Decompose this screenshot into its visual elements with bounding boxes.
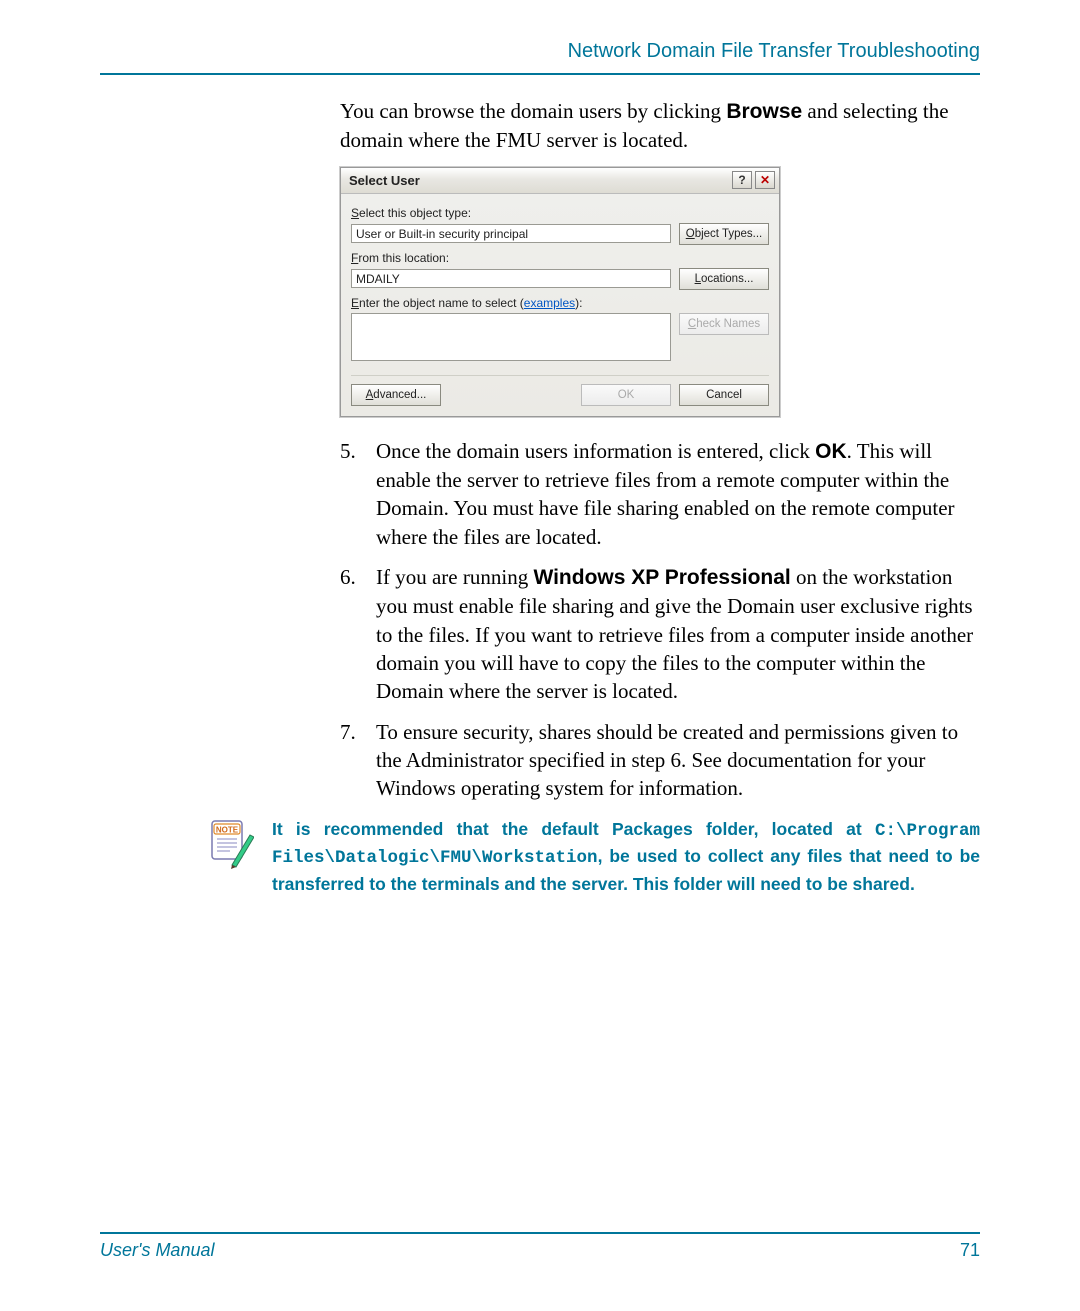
intro-paragraph: You can browse the domain users by click… <box>340 97 980 155</box>
page-number: 71 <box>960 1240 980 1261</box>
steps-list: 5.Once the domain users information is e… <box>340 437 980 803</box>
dialog-title: Select User <box>349 173 420 188</box>
dialog-titlebar: Select User ? ✕ <box>341 168 779 194</box>
list-item: 5.Once the domain users information is e… <box>340 437 980 551</box>
page-footer: User's Manual 71 <box>100 1232 980 1261</box>
list-number: 6. <box>340 563 376 706</box>
object-types-button[interactable]: Object Types... <box>679 223 769 245</box>
list-item: 7.To ensure security, shares should be c… <box>340 718 980 803</box>
help-icon[interactable]: ? <box>732 171 752 189</box>
object-type-field[interactable]: User or Built-in security principal <box>351 224 671 243</box>
svg-text:NOTE: NOTE <box>216 825 239 834</box>
note-icon: NOTE <box>210 817 254 869</box>
ok-button: OK <box>581 384 671 406</box>
from-location-label: From this location: <box>351 251 769 265</box>
object-type-label: Select this object type: <box>351 206 769 220</box>
intro-prefix: You can browse the domain users by click… <box>340 99 726 123</box>
page: Network Domain File Transfer Troubleshoo… <box>0 0 1080 1311</box>
footer-rule <box>100 1232 980 1234</box>
dialog-footer: Advanced... OK Cancel <box>351 375 769 406</box>
note-text: It is recommended that the default Packa… <box>272 817 980 897</box>
intro-bold: Browse <box>726 100 802 123</box>
examples-link[interactable]: examples <box>524 296 575 310</box>
dialog-body: Select this object type: User or Built-i… <box>341 194 779 416</box>
list-number: 7. <box>340 718 376 803</box>
check-names-button: Check Names <box>679 313 769 335</box>
from-location-field[interactable]: MDAILY <box>351 269 671 288</box>
list-text: To ensure security, shares should be cre… <box>376 718 980 803</box>
close-icon[interactable]: ✕ <box>755 171 775 189</box>
header-rule <box>100 73 980 75</box>
note-block: NOTE It is recommended that the default … <box>210 817 980 897</box>
footer-left: User's Manual <box>100 1240 214 1261</box>
page-header-title: Network Domain File Transfer Troubleshoo… <box>100 40 980 63</box>
content-column: You can browse the domain users by click… <box>340 97 980 803</box>
enter-name-label: Enter the object name to select (example… <box>351 296 769 310</box>
select-user-dialog: Select User ? ✕ Select this object type:… <box>340 167 780 417</box>
list-item: 6.If you are running Windows XP Professi… <box>340 563 980 706</box>
cancel-button[interactable]: Cancel <box>679 384 769 406</box>
dialog-title-buttons: ? ✕ <box>732 171 775 189</box>
list-text: Once the domain users information is ent… <box>376 437 980 551</box>
list-number: 5. <box>340 437 376 551</box>
advanced-button[interactable]: Advanced... <box>351 384 441 406</box>
object-name-input[interactable] <box>351 313 671 361</box>
list-text: If you are running Windows XP Profession… <box>376 563 980 706</box>
locations-button[interactable]: Locations... <box>679 268 769 290</box>
